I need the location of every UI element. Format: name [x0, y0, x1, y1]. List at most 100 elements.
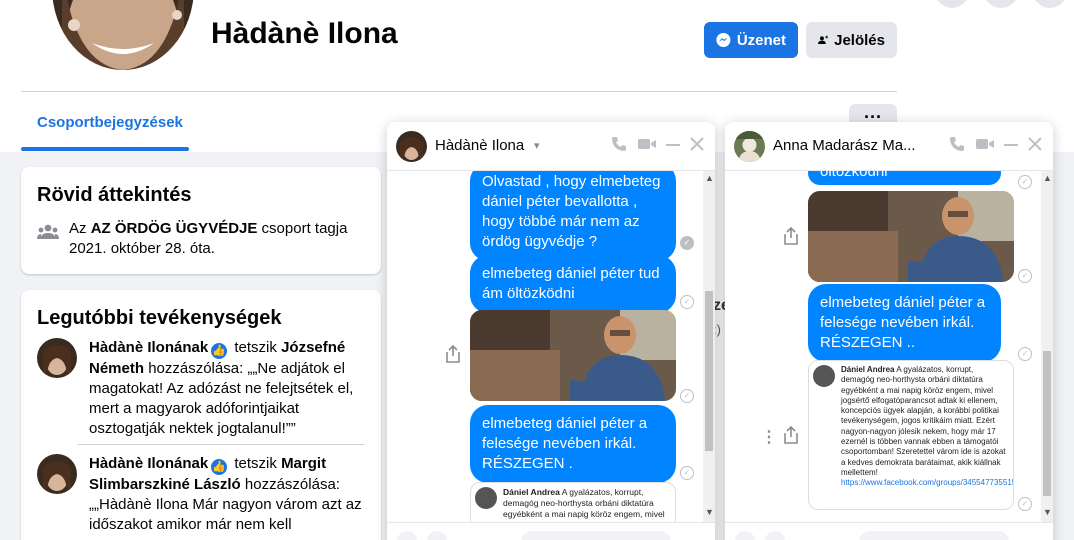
- activity-card: Legutóbbi tevékenységek Hàdànè Ilonának 👍…: [21, 290, 381, 540]
- activity-text: Hàdànè Ilonának 👍 tetszik Margit Slimbars…: [89, 454, 379, 535]
- profile-name: Hàdànè Ilona: [211, 17, 398, 50]
- composer-action-icon[interactable]: [735, 531, 755, 540]
- composer-action-icon[interactable]: [427, 531, 447, 540]
- doc-text: Dániel Andrea A gyalázatos, korrupt, dem…: [841, 365, 1013, 489]
- activity-actor[interactable]: Hàdànè Ilonának: [89, 455, 208, 472]
- message-button-label: Üzenet: [736, 31, 786, 49]
- membership-date: 2021. október 28. óta.: [69, 240, 215, 257]
- active-tab-indicator: [21, 147, 189, 151]
- chat-window: Anna Madarász Ma... öltözködni ✓ ✓ elmeb…: [725, 122, 1053, 540]
- scroll-down-icon[interactable]: ▼: [1043, 507, 1052, 517]
- close-icon[interactable]: [1027, 135, 1043, 153]
- group-members-icon: [37, 224, 59, 239]
- chat-header[interactable]: Hàdànè Ilona ▾: [387, 122, 715, 171]
- membership-suffix: csoport tagja: [257, 220, 348, 237]
- chat-scrollbar[interactable]: ▲ ▼: [1041, 171, 1053, 522]
- scroll-up-icon[interactable]: ▲: [705, 173, 714, 183]
- scroll-up-icon[interactable]: ▲: [1043, 173, 1052, 183]
- membership-info: Az AZ ÖRDÖG ÜGYVÉDJE csoport tagja 2021.…: [69, 219, 369, 259]
- chat-composer[interactable]: [387, 522, 715, 540]
- activity-divider: [78, 444, 364, 445]
- mark-button[interactable]: Jelölés: [806, 22, 897, 58]
- minimize-icon[interactable]: [1003, 135, 1019, 153]
- activity-quote[interactable]: „„Hàdànè Ilona Már nagyon várom azt az i…: [89, 496, 362, 533]
- doc-avatar: [813, 365, 835, 387]
- like-icon: 👍: [211, 343, 228, 359]
- top-nav-button-1[interactable]: [934, 0, 970, 8]
- like-icon: 👍: [211, 459, 228, 475]
- activity-verb: tetszik: [234, 455, 277, 472]
- scroll-thumb[interactable]: [705, 291, 713, 451]
- activity-avatar[interactable]: [37, 454, 77, 494]
- mark-button-label: Jelölés: [834, 31, 885, 49]
- add-friend-icon: [818, 35, 829, 44]
- chat-composer[interactable]: [725, 522, 1053, 540]
- chat-contact-name[interactable]: Anna Madarász Ma...: [773, 137, 921, 154]
- doc-body: A gyalázatos, korrupt, demagóg neo-horth…: [841, 365, 1006, 477]
- chat-messages[interactable]: Olvastad , hogy elmebeteg dániel péter b…: [387, 171, 715, 522]
- profile-photo[interactable]: [52, 0, 194, 70]
- share-icon[interactable]: [784, 227, 798, 245]
- message-photo[interactable]: [470, 310, 676, 401]
- chevron-down-icon[interactable]: ▾: [534, 139, 540, 152]
- tab-group-posts[interactable]: Csoportbejegyzések: [21, 104, 189, 151]
- messenger-icon: [716, 33, 731, 47]
- sent-check-icon: ✓: [1018, 347, 1032, 361]
- message-button[interactable]: Üzenet: [704, 22, 798, 58]
- header-divider: [21, 91, 897, 92]
- sent-check-icon: ✓: [1018, 497, 1032, 511]
- message-input[interactable]: [859, 531, 1009, 540]
- activity-avatar[interactable]: [37, 338, 77, 378]
- message-photo[interactable]: [808, 191, 1014, 282]
- composer-action-icon[interactable]: [397, 531, 417, 540]
- doc-avatar: [475, 487, 497, 509]
- chat-scrollbar[interactable]: ▲ ▼: [703, 171, 715, 522]
- video-camera-icon[interactable]: [637, 135, 657, 153]
- chat-avatar[interactable]: [396, 131, 427, 162]
- sent-check-icon: ✓: [680, 466, 694, 480]
- chat-messages[interactable]: öltözködni ✓ ✓ elmebeteg dániel péter a …: [725, 171, 1053, 522]
- seen-check-icon: ✓: [680, 236, 694, 250]
- scroll-down-icon[interactable]: ▼: [705, 507, 714, 517]
- doc-text: Dániel Andrea A gyalázatos, korrupt, dem…: [503, 487, 669, 520]
- composer-action-icon[interactable]: [765, 531, 785, 540]
- top-nav-button-2[interactable]: [983, 0, 1019, 8]
- close-icon[interactable]: [689, 135, 705, 153]
- share-icon[interactable]: [784, 426, 798, 444]
- sent-check-icon: ✓: [680, 295, 694, 309]
- activity-actor[interactable]: Hàdànè Ilonának: [89, 339, 208, 356]
- activity-title: Legutóbbi tevékenységek: [37, 307, 282, 329]
- share-icon[interactable]: [446, 345, 460, 363]
- message-bubble[interactable]: Olvastad , hogy elmebeteg dániel péter b…: [470, 171, 676, 261]
- phone-icon[interactable]: [610, 135, 628, 153]
- sent-check-icon: ✓: [680, 389, 694, 403]
- overview-card: Rövid áttekintés Az AZ ÖRDÖG ÜGYVÉDJE cs…: [21, 167, 381, 274]
- doc-author: Dániel Andrea: [503, 487, 560, 497]
- sent-check-icon: ✓: [1018, 269, 1032, 283]
- video-camera-icon[interactable]: [975, 135, 995, 153]
- top-nav-button-3[interactable]: [1032, 0, 1068, 8]
- message-bubble[interactable]: elmebeteg dániel péter a felesége nevébe…: [470, 405, 676, 483]
- shared-screenshot[interactable]: Dániel Andrea A gyalázatos, korrupt, dem…: [470, 482, 676, 522]
- phone-icon[interactable]: [948, 135, 966, 153]
- chat-avatar[interactable]: [734, 131, 765, 162]
- chat-header[interactable]: Anna Madarász Ma...: [725, 122, 1053, 171]
- activity-post-label: hozzászólása:: [244, 476, 340, 493]
- chat-window: Hàdànè Ilona ▾ Olvastad , hogy elmebeteg…: [387, 122, 715, 540]
- more-actions-icon[interactable]: ⋮: [761, 427, 777, 447]
- overview-title: Rövid áttekintés: [37, 184, 192, 206]
- activity-text: Hàdànè Ilonának 👍 tetszik Józsefné Németh…: [89, 338, 379, 439]
- chat-contact-name[interactable]: Hàdànè Ilona: [435, 137, 531, 154]
- sent-check-icon: ✓: [1018, 175, 1032, 189]
- doc-link[interactable]: https://www.facebook.com/groups/34554773…: [841, 478, 1013, 487]
- message-bubble[interactable]: öltözködni: [808, 171, 1001, 185]
- message-input[interactable]: [521, 531, 671, 540]
- activity-post-label: hozzászólása:: [148, 360, 244, 377]
- message-bubble[interactable]: elmebeteg dániel péter a felesége nevébe…: [808, 284, 1001, 362]
- message-bubble[interactable]: elmebeteg dániel péter tud ám öltözködni: [470, 255, 676, 313]
- shared-screenshot[interactable]: Dániel Andrea A gyalázatos, korrupt, dem…: [808, 360, 1014, 510]
- doc-author: Dániel Andrea: [841, 365, 895, 374]
- group-name-link[interactable]: AZ ÖRDÖG ÜGYVÉDJE: [91, 220, 258, 237]
- minimize-icon[interactable]: [665, 135, 681, 153]
- scroll-thumb[interactable]: [1043, 351, 1051, 496]
